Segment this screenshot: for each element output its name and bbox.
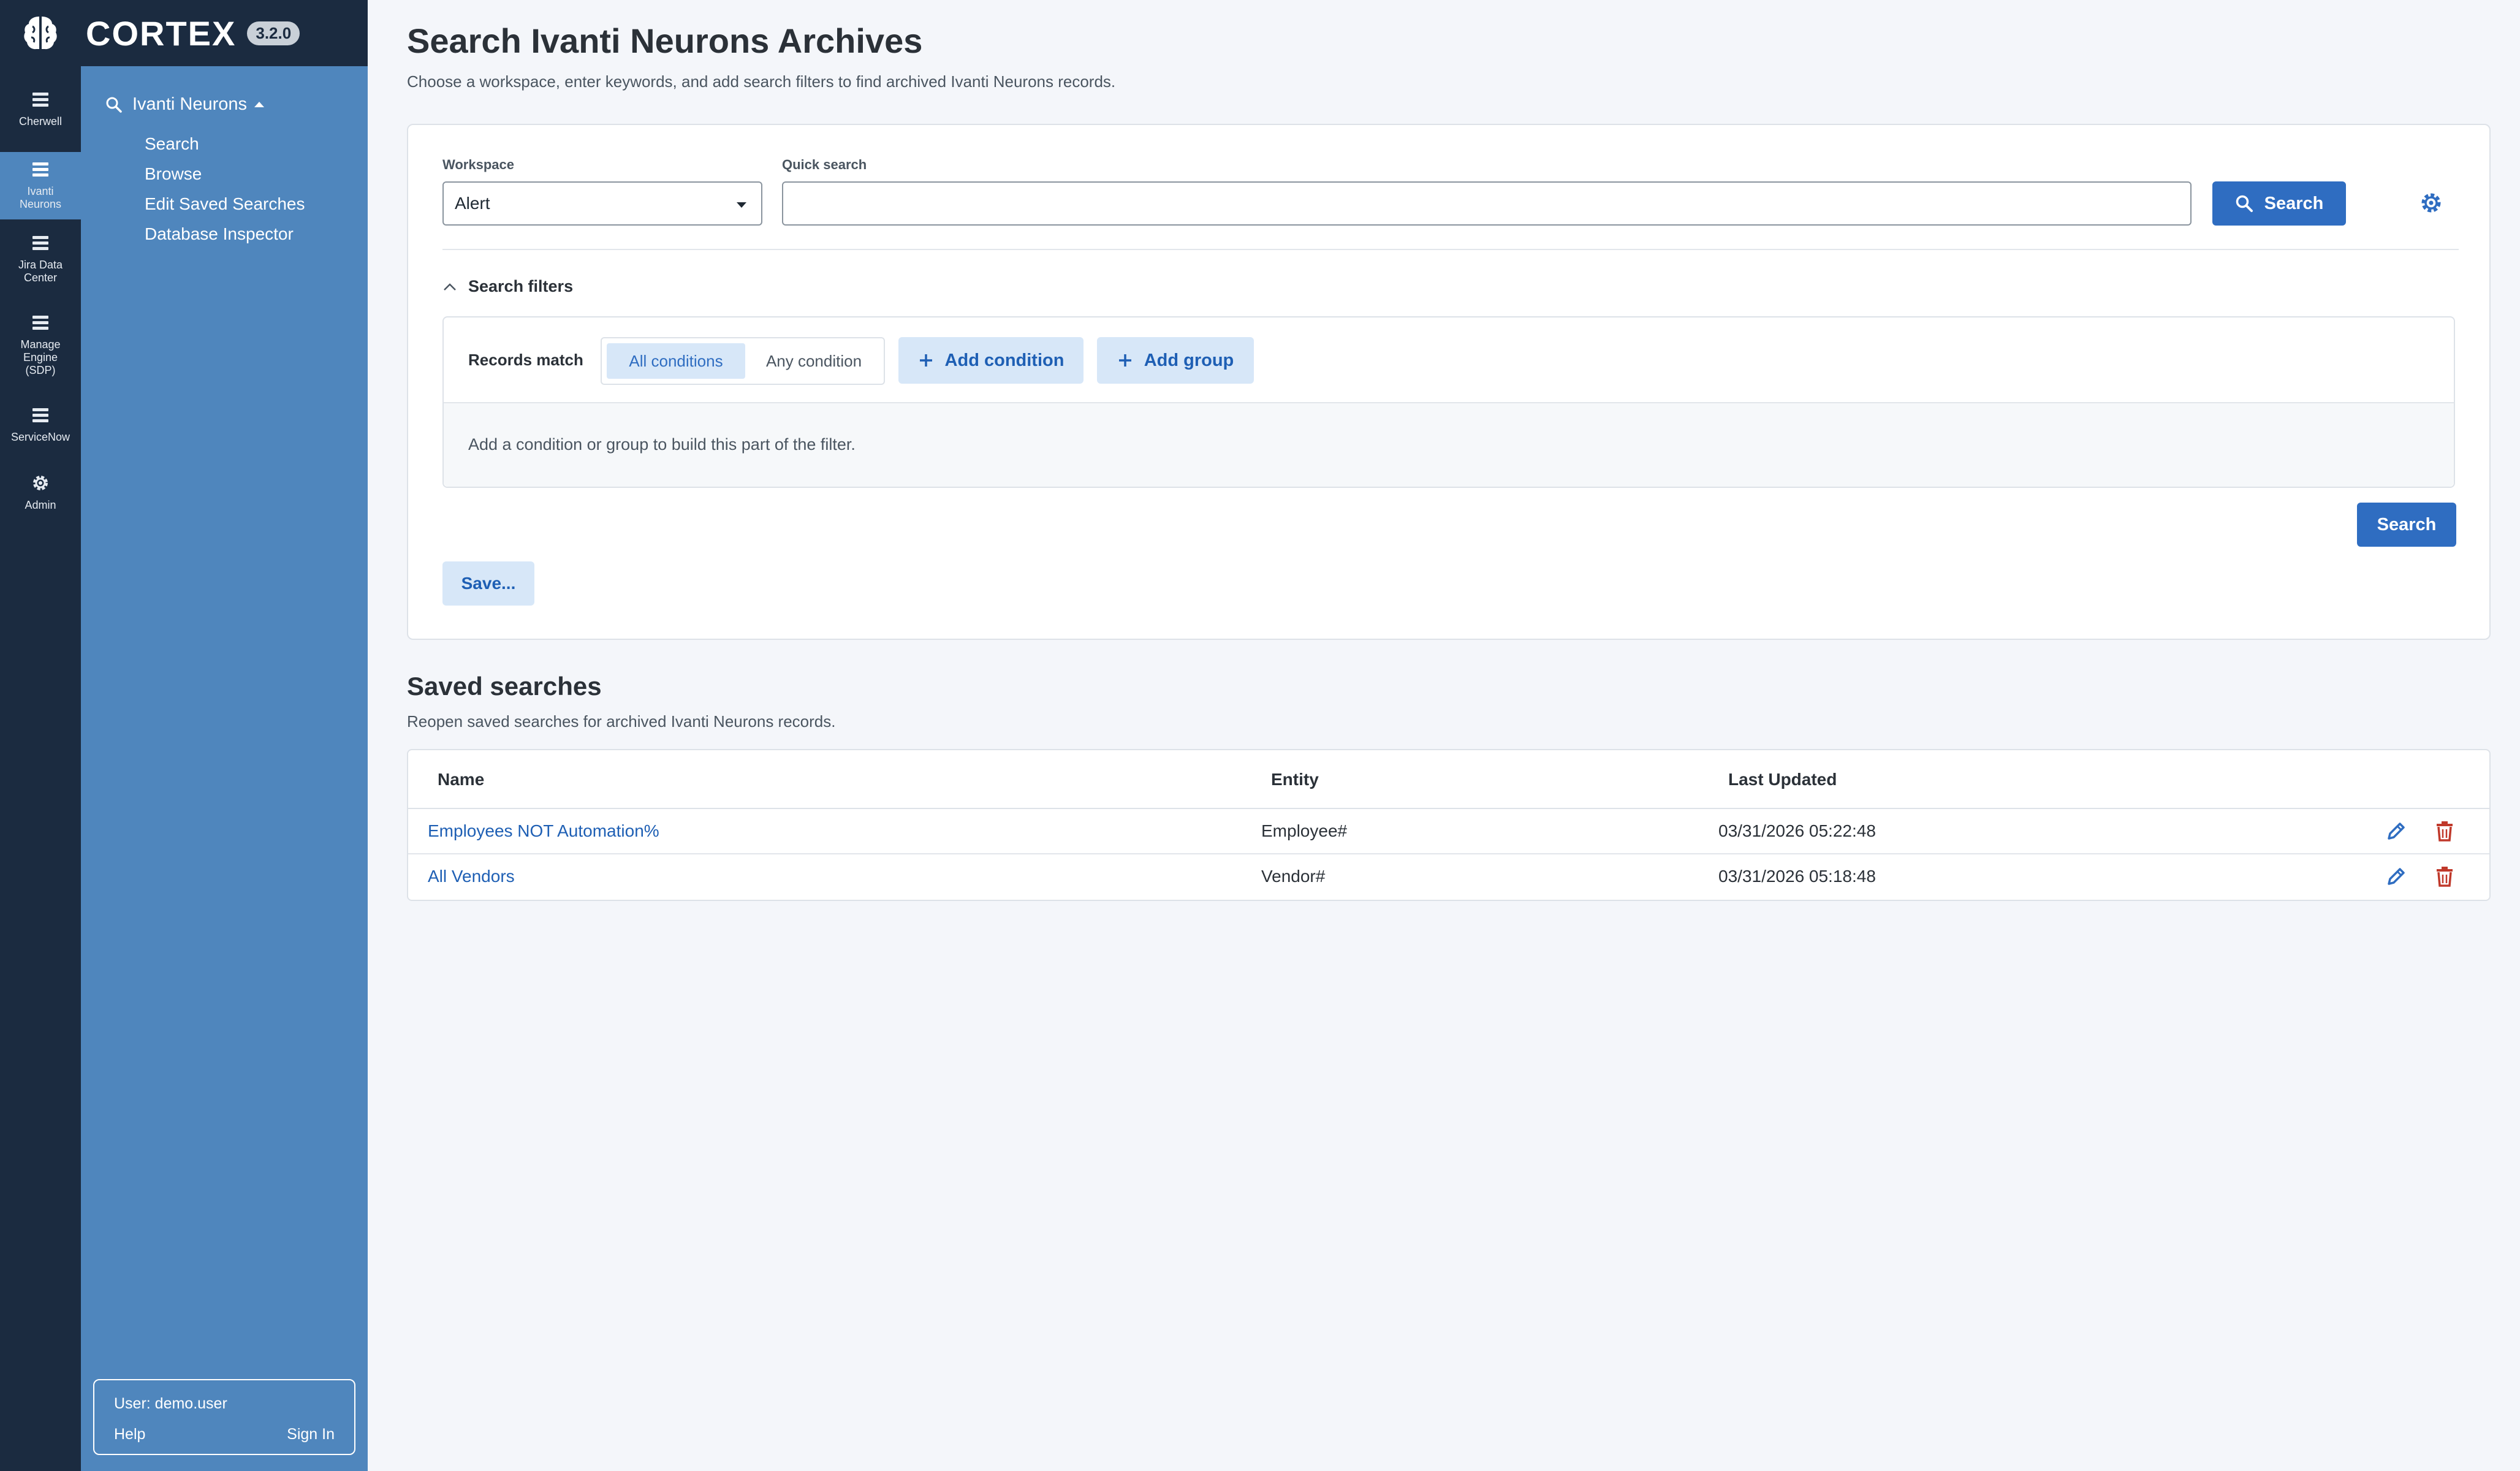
- rail-item-label: ServiceNow: [10, 430, 70, 443]
- plus-icon: [1118, 354, 1131, 367]
- add-condition-button[interactable]: Add condition: [898, 337, 1084, 384]
- edit-icon[interactable]: [2385, 865, 2407, 891]
- table-header: Name Entity Last Updated: [408, 750, 2489, 809]
- list-icon: [32, 408, 48, 422]
- table-row: All Vendors Vendor# 03/31/2026 05:18:48: [408, 854, 2489, 900]
- workspace-label: Workspace: [442, 157, 514, 172]
- subnav-link-edit-saved-searches[interactable]: Edit Saved Searches: [145, 189, 305, 219]
- help-link[interactable]: Help: [114, 1426, 145, 1443]
- match-mode-toggle: All conditions Any condition: [601, 337, 885, 385]
- sign-in-link[interactable]: Sign In: [287, 1426, 335, 1443]
- search-button[interactable]: Search: [2212, 181, 2346, 226]
- saved-searches-table: Name Entity Last Updated Employees NOT A…: [407, 749, 2491, 901]
- quick-search-label: Quick search: [782, 157, 867, 172]
- rail-item-manage-engine[interactable]: Manage Engine (SDP): [0, 299, 81, 391]
- list-icon: [32, 162, 48, 177]
- rail-item-cherwell[interactable]: Cherwell: [0, 66, 81, 152]
- gear-icon: [2421, 193, 2441, 213]
- app-name: CORTEX: [86, 13, 237, 53]
- filter-search-button[interactable]: Search: [2357, 503, 2456, 547]
- filter-toolbar: Records match All conditions Any conditi…: [444, 317, 2454, 403]
- rail-item-label: Jira Data Center: [18, 259, 63, 284]
- brand-bar: CORTEX 3.2.0: [0, 0, 368, 66]
- saved-search-updated: 03/31/2026 05:18:48: [1718, 867, 1876, 886]
- any-condition-option[interactable]: Any condition: [746, 343, 881, 379]
- divider: [442, 249, 2459, 250]
- rail-item-label: Manage Engine (SDP): [20, 338, 61, 376]
- saved-searches-title: Saved searches: [407, 672, 602, 701]
- saved-search-name-link[interactable]: All Vendors: [428, 867, 515, 886]
- secondary-nav: Ivanti Neurons Search Browse Edit Saved …: [81, 66, 368, 1471]
- search-filters-label: Search filters: [468, 277, 574, 295]
- add-group-button[interactable]: Add group: [1097, 337, 1254, 384]
- all-conditions-option[interactable]: All conditions: [607, 343, 745, 379]
- column-header-last-updated[interactable]: Last Updated: [1728, 770, 1837, 789]
- user-panel: User: demo.user Help Sign In: [93, 1379, 355, 1455]
- save-search-button[interactable]: Save...: [442, 561, 534, 606]
- add-condition-label: Add condition: [944, 350, 1065, 370]
- saved-searches-subtitle: Reopen saved searches for archived Ivant…: [407, 712, 836, 731]
- plus-icon: [919, 354, 932, 367]
- list-icon: [32, 236, 48, 250]
- icon-rail: Cherwell Ivanti Neurons Jira Data Center…: [0, 66, 81, 1471]
- trash-icon[interactable]: [2434, 820, 2455, 845]
- search-filters-toggle[interactable]: Search filters: [442, 277, 573, 296]
- trash-icon[interactable]: [2434, 865, 2455, 891]
- brain-logo-icon: [0, 14, 81, 52]
- saved-search-name-link[interactable]: Employees NOT Automation%: [428, 821, 659, 841]
- filter-empty-area: Add a condition or group to build this p…: [444, 403, 2454, 487]
- subnav-links: Search Browse Edit Saved Searches Databa…: [145, 129, 305, 249]
- saved-search-updated: 03/31/2026 05:22:48: [1718, 821, 1876, 840]
- chevron-up-icon: [444, 283, 456, 291]
- rail-item-label: Cherwell: [18, 115, 63, 127]
- filter-search-label: Search: [2377, 514, 2437, 534]
- rail-item-admin[interactable]: Admin: [0, 458, 81, 526]
- table-row: Employees NOT Automation% Employee# 03/3…: [408, 809, 2489, 854]
- rail-item-label: Admin: [25, 498, 56, 511]
- saved-search-entity: Employee#: [1261, 821, 1348, 840]
- subnav-link-search[interactable]: Search: [145, 129, 305, 159]
- search-settings-button[interactable]: [2419, 191, 2443, 218]
- search-card: Workspace Alert Quick search Search Sear…: [407, 124, 2491, 640]
- quick-search-input[interactable]: [782, 181, 2192, 226]
- workspace-select[interactable]: Alert: [442, 181, 762, 226]
- filter-builder: Records match All conditions Any conditi…: [442, 316, 2455, 488]
- search-button-label: Search: [2264, 193, 2324, 213]
- user-name: User: demo.user: [114, 1395, 227, 1412]
- page-title: Search Ivanti Neurons Archives: [407, 21, 923, 60]
- gear-icon: [33, 475, 48, 490]
- search-icon: [2236, 195, 2253, 212]
- version-badge: 3.2.0: [247, 21, 300, 45]
- list-icon: [32, 92, 48, 107]
- column-header-entity[interactable]: Entity: [1271, 770, 1319, 789]
- chevron-down-icon: [737, 202, 746, 208]
- subnav-link-database-inspector[interactable]: Database Inspector: [145, 219, 305, 249]
- caret-up-icon: [254, 102, 264, 107]
- subnav-heading[interactable]: Ivanti Neurons: [105, 94, 264, 115]
- rail-item-jira-data-center[interactable]: Jira Data Center: [0, 219, 81, 299]
- rail-item-ivanti-neurons[interactable]: Ivanti Neurons: [0, 152, 81, 219]
- saved-search-entity: Vendor#: [1261, 867, 1326, 886]
- subnav-heading-label: Ivanti Neurons: [132, 94, 247, 114]
- list-icon: [32, 315, 48, 330]
- rail-item-label: Ivanti Neurons: [19, 185, 62, 210]
- filter-empty-message: Add a condition or group to build this p…: [468, 435, 856, 454]
- rail-item-servicenow[interactable]: ServiceNow: [0, 391, 81, 458]
- workspace-value: Alert: [455, 194, 490, 213]
- page-subtitle: Choose a workspace, enter keywords, and …: [407, 72, 1116, 91]
- column-header-name[interactable]: Name: [438, 770, 484, 789]
- edit-icon[interactable]: [2385, 820, 2407, 845]
- search-icon: [106, 97, 122, 113]
- subnav-link-browse[interactable]: Browse: [145, 159, 305, 189]
- records-match-label: Records match: [468, 351, 583, 369]
- add-group-label: Add group: [1144, 350, 1234, 370]
